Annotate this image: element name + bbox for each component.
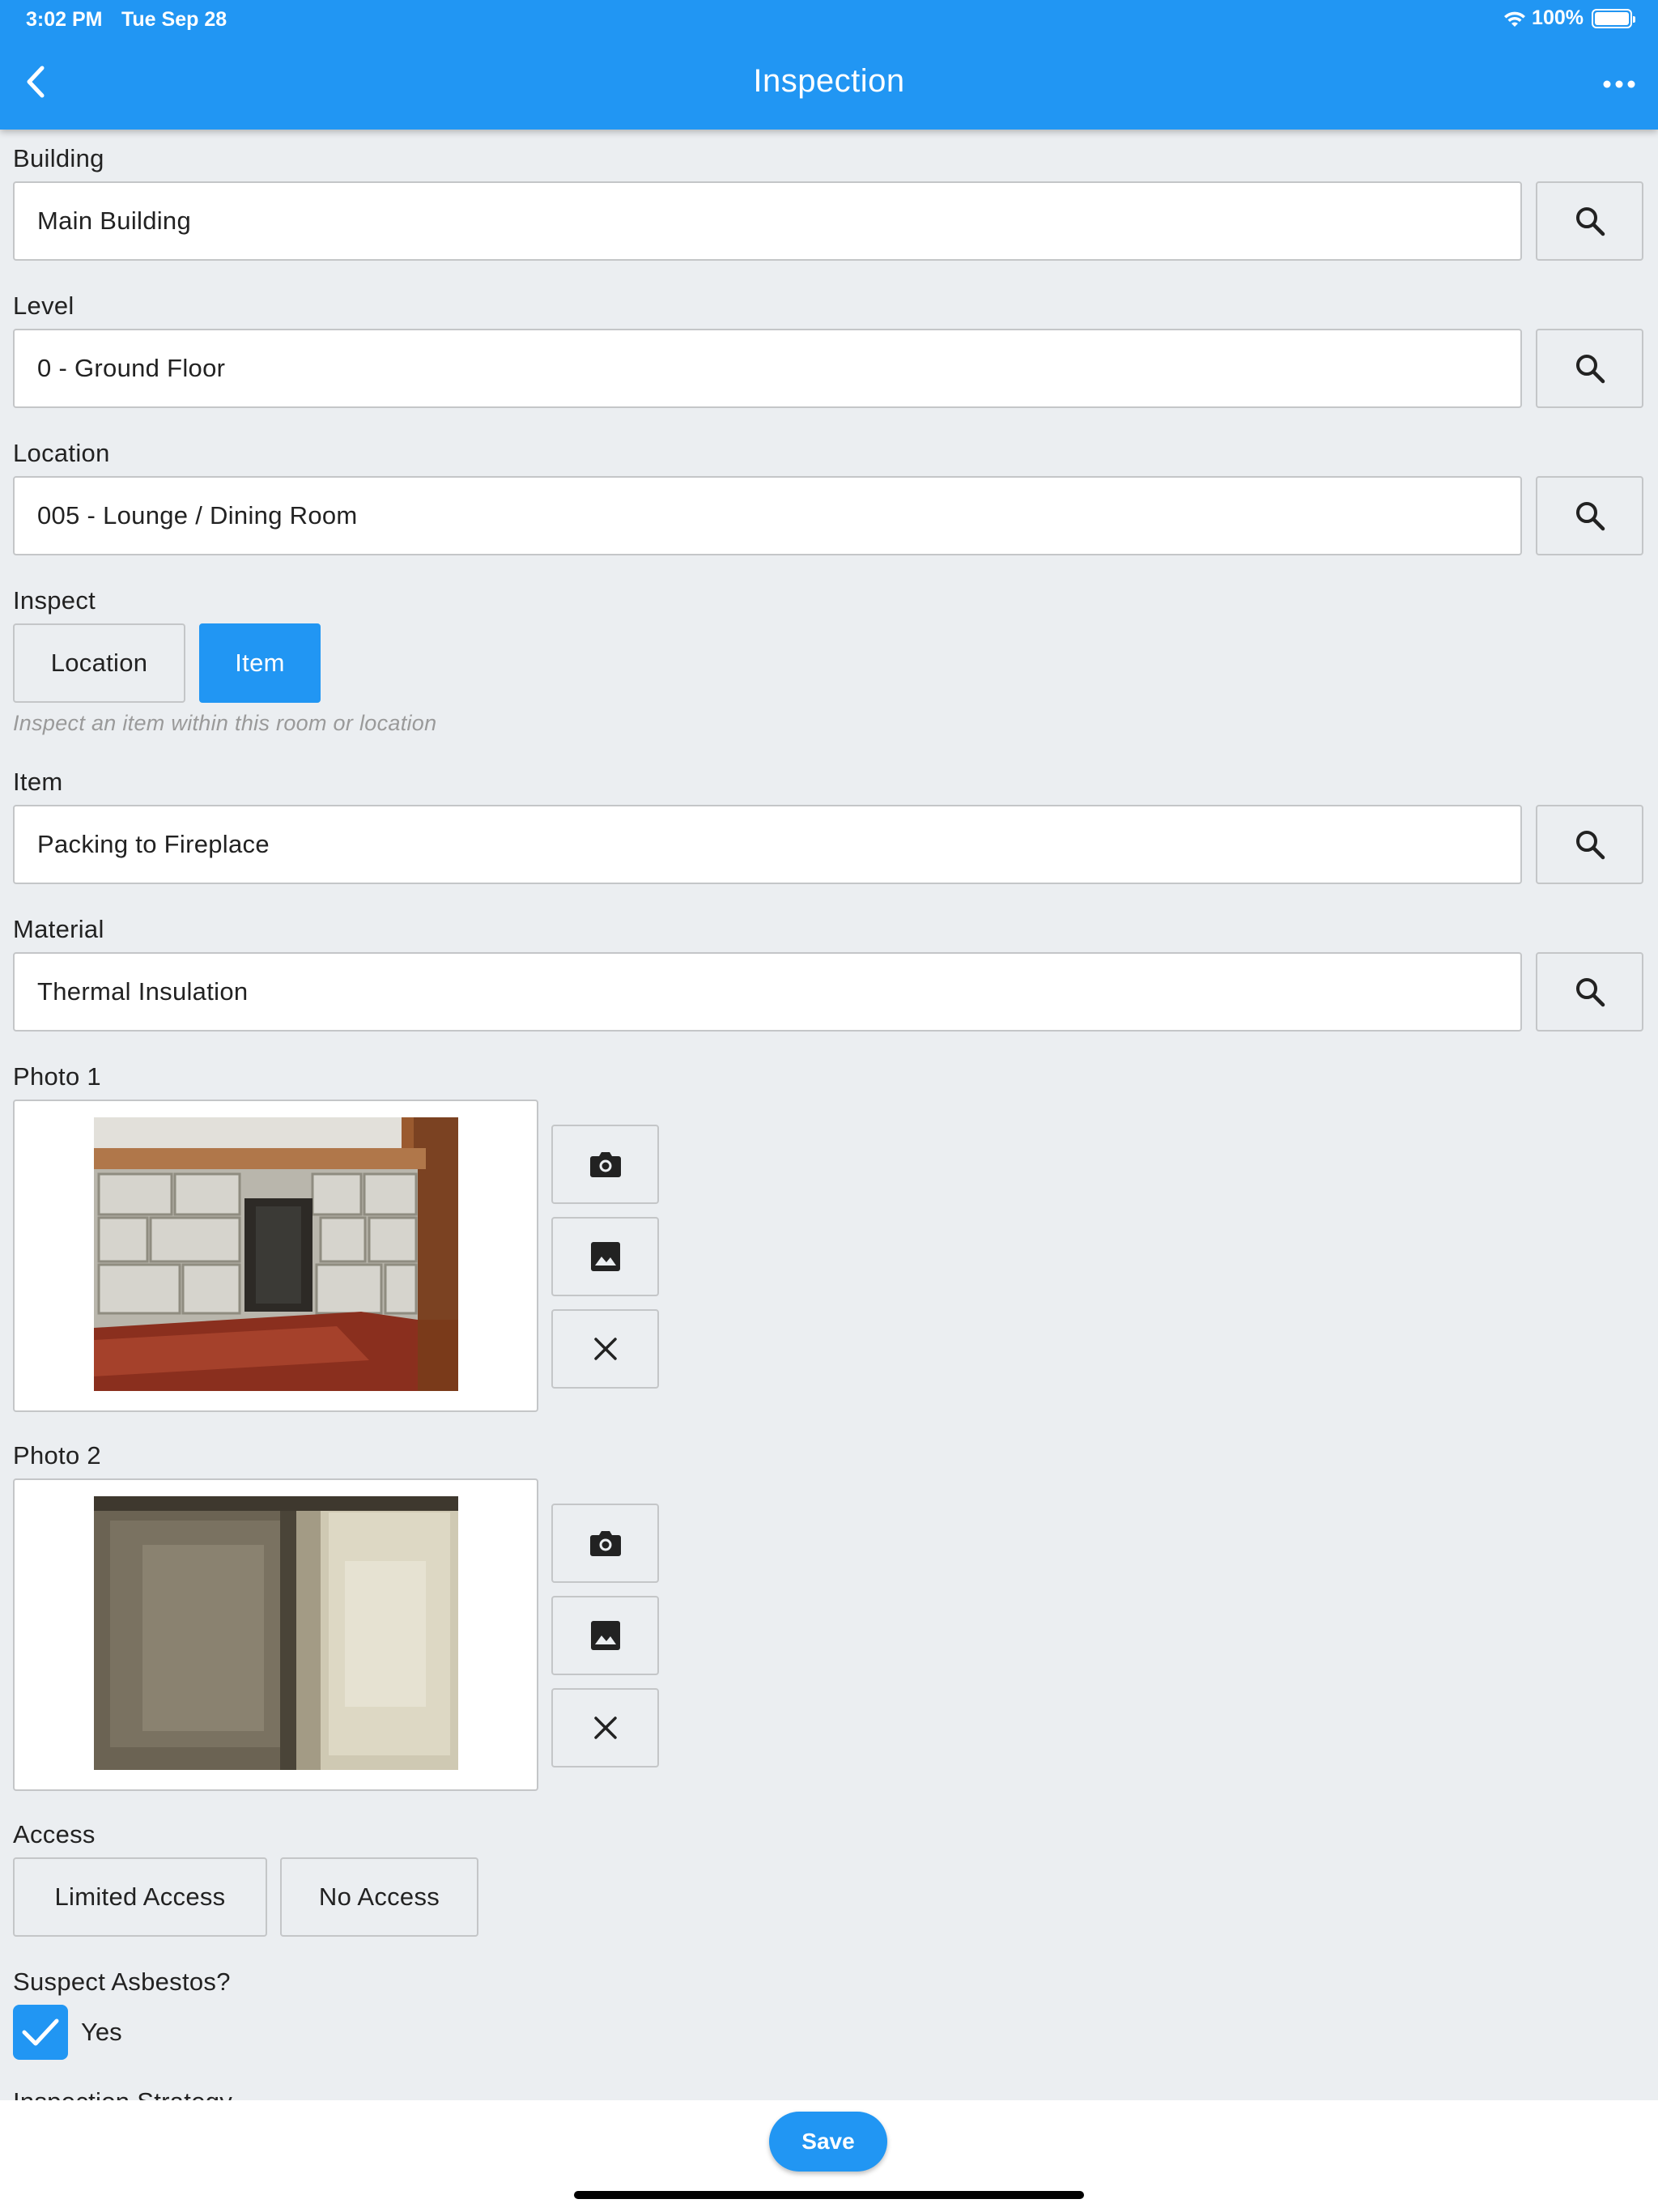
inspect-item-toggle[interactable]: Item	[199, 623, 321, 703]
level-label: Level	[13, 291, 74, 320]
close-icon	[593, 1716, 617, 1739]
suspect-asbestos-yes-label: Yes	[81, 2018, 122, 2046]
inspect-hint: Inspect an item within this room or loca…	[13, 711, 437, 735]
material-label: Material	[13, 915, 104, 943]
home-indicator[interactable]	[574, 2191, 1084, 2199]
status-indicators: 100%	[1503, 6, 1635, 30]
check-icon	[22, 2018, 59, 2046]
image-icon	[590, 1242, 620, 1271]
wifi-icon	[1504, 11, 1526, 27]
level-field[interactable]: 0 - Ground Floor	[13, 329, 1522, 408]
building-field[interactable]: Main Building	[13, 181, 1522, 261]
close-icon	[593, 1338, 617, 1360]
inspect-location-toggle[interactable]: Location	[13, 623, 185, 703]
photo-2-frame	[13, 1478, 538, 1791]
search-icon	[1575, 502, 1605, 531]
footer-bar: Save	[0, 2100, 1658, 2212]
photo-2-image	[94, 1496, 458, 1770]
location-search-button[interactable]	[1536, 476, 1643, 555]
inspection-strategy-label: Inspection Strategy	[13, 2087, 232, 2100]
item-search-button[interactable]	[1536, 805, 1643, 884]
location-label: Location	[13, 439, 110, 467]
photo-1-remove-button[interactable]	[551, 1309, 659, 1389]
save-button[interactable]: Save	[769, 2112, 887, 2172]
photo-2-remove-button[interactable]	[551, 1688, 659, 1767]
photo-2-label: Photo 2	[13, 1441, 101, 1470]
battery-icon	[1592, 8, 1635, 28]
photo-1-camera-button[interactable]	[551, 1125, 659, 1204]
photo-1-frame	[13, 1100, 538, 1412]
more-horizontal-icon[interactable]	[1601, 76, 1637, 92]
image-icon	[590, 1621, 620, 1650]
battery-percent: 100%	[1532, 6, 1584, 29]
status-date: Tue Sep 28	[121, 8, 227, 31]
search-icon	[1575, 207, 1605, 236]
page-title: Inspection	[753, 63, 905, 99]
form-content[interactable]: Building Main Building Level 0 - Ground …	[0, 130, 1658, 2100]
photo-1-gallery-button[interactable]	[551, 1217, 659, 1296]
material-search-button[interactable]	[1536, 952, 1643, 1032]
search-icon	[1575, 978, 1605, 1007]
suspect-asbestos-label: Suspect Asbestos?	[13, 1967, 231, 1996]
photo-1-label: Photo 1	[13, 1062, 101, 1091]
inspect-label: Inspect	[13, 586, 96, 615]
location-field[interactable]: 005 - Lounge / Dining Room	[13, 476, 1522, 555]
level-search-button[interactable]	[1536, 329, 1643, 408]
status-time: 3:02 PM	[26, 8, 103, 31]
search-icon	[1575, 355, 1605, 384]
camera-icon	[589, 1152, 621, 1177]
suspect-asbestos-checkbox[interactable]	[13, 2005, 68, 2060]
no-access-toggle[interactable]: No Access	[280, 1857, 478, 1937]
building-search-button[interactable]	[1536, 181, 1643, 261]
photo-2-gallery-button[interactable]	[551, 1596, 659, 1675]
item-field[interactable]: Packing to Fireplace	[13, 805, 1522, 884]
app-header: 3:02 PM Tue Sep 28 100% Inspection	[0, 0, 1658, 130]
limited-access-toggle[interactable]: Limited Access	[13, 1857, 267, 1937]
material-field[interactable]: Thermal Insulation	[13, 952, 1522, 1032]
building-label: Building	[13, 144, 104, 172]
photo-2-camera-button[interactable]	[551, 1504, 659, 1583]
photo-1-image	[94, 1117, 458, 1391]
camera-icon	[589, 1531, 621, 1556]
search-icon	[1575, 831, 1605, 860]
item-label: Item	[13, 768, 63, 796]
access-label: Access	[13, 1820, 96, 1848]
